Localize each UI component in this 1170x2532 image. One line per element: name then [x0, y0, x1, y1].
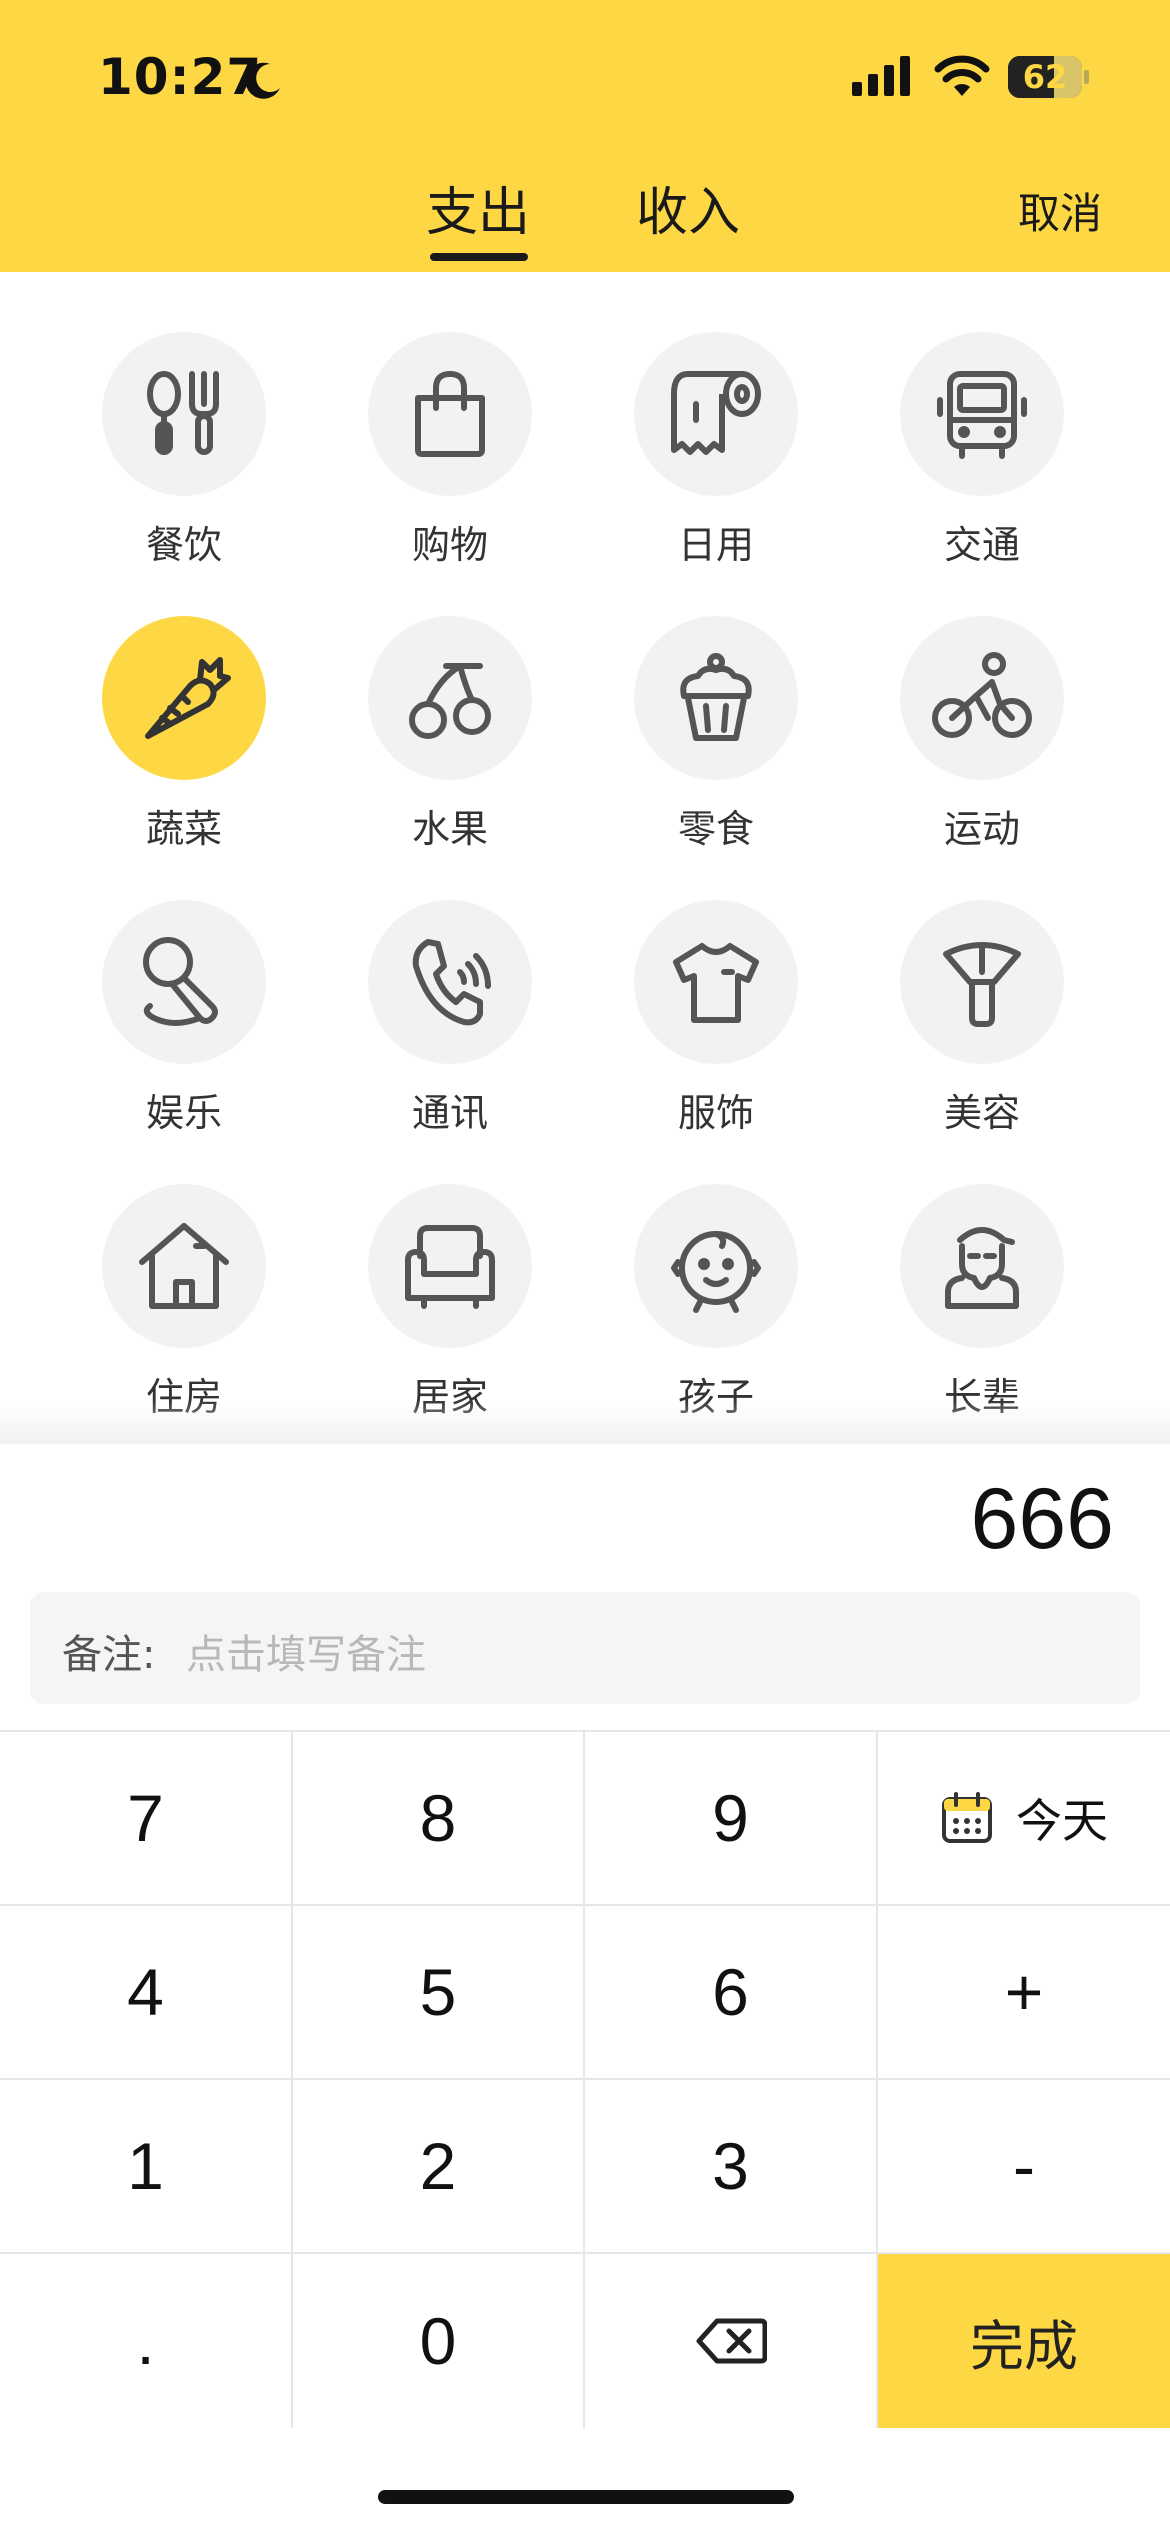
home-indicator	[378, 2490, 794, 2504]
category-label: 蔬菜	[145, 807, 222, 851]
today-button[interactable]: 今天	[878, 1732, 1170, 1906]
done-button[interactable]: 完成	[878, 2254, 1170, 2428]
key-2[interactable]: 2	[293, 2080, 585, 2254]
category-icon-bg	[634, 616, 798, 780]
backspace-icon	[696, 2318, 767, 2364]
category-transport[interactable]: 交通	[882, 332, 1082, 592]
calendar-icon	[942, 1792, 992, 1843]
category-icon-bg	[368, 1184, 532, 1348]
active-tab-indicator	[430, 253, 528, 261]
key-1[interactable]: 1	[0, 2080, 293, 2254]
category-icon-bg	[102, 900, 266, 1064]
shopping-bag-icon	[415, 371, 485, 457]
key-plus[interactable]: +	[878, 1906, 1170, 2080]
category-dining[interactable]: 餐饮	[84, 332, 284, 592]
tab-income[interactable]: 收入	[636, 170, 740, 245]
category-icon-bg	[634, 900, 798, 1064]
cycling-icon	[932, 652, 1032, 738]
category-sports[interactable]: 运动	[882, 616, 1082, 876]
toilet-paper-icon	[671, 371, 761, 455]
key-minus[interactable]: -	[878, 2080, 1170, 2254]
cupcake-icon	[680, 653, 752, 741]
moon-icon	[245, 62, 280, 99]
carrot-icon	[145, 657, 231, 739]
category-icon-bg-selected	[102, 616, 266, 780]
key-6[interactable]: 6	[585, 1906, 878, 2080]
category-icon-bg	[368, 332, 532, 496]
house-icon	[139, 1223, 229, 1309]
baby-icon	[671, 1231, 761, 1313]
status-time: 10:27	[98, 48, 263, 106]
category-icon-bg	[900, 900, 1064, 1064]
category-icon-bg	[634, 332, 798, 496]
category-label: 运动	[943, 807, 1020, 851]
note-input[interactable]: 点击填写备注	[186, 1622, 426, 1680]
utensils-icon	[147, 371, 219, 455]
signal-icon	[852, 56, 910, 96]
category-entertainment[interactable]: 娱乐	[84, 900, 284, 1160]
key-5[interactable]: 5	[293, 1906, 585, 2080]
panel-shadow	[0, 1400, 1170, 1446]
category-label: 水果	[411, 807, 488, 851]
key-0[interactable]: 0	[293, 2254, 585, 2428]
category-label: 日用	[677, 523, 754, 567]
note-field[interactable]: 备注: 点击填写备注	[30, 1592, 1140, 1704]
category-daily[interactable]: 日用	[616, 332, 816, 592]
makeup-brush-icon	[943, 942, 1021, 1027]
key-3[interactable]: 3	[585, 2080, 878, 2254]
category-label: 零食	[677, 807, 754, 851]
category-label: 餐饮	[145, 523, 222, 567]
today-label: 今天	[1016, 1794, 1108, 1848]
microphone-icon	[143, 937, 218, 1026]
backspace-button[interactable]	[585, 2254, 878, 2428]
category-beauty[interactable]: 美容	[882, 900, 1082, 1160]
wifi-icon	[934, 55, 990, 96]
phone-icon	[412, 939, 491, 1026]
tab-expense[interactable]: 支出	[426, 170, 530, 245]
battery-icon: 62	[1008, 56, 1089, 98]
battery-level: 62	[1022, 58, 1068, 96]
category-label: 购物	[411, 523, 488, 567]
category-icon-bg	[634, 1184, 798, 1348]
cancel-button[interactable]: 取消	[1018, 180, 1102, 241]
key-9[interactable]: 9	[585, 1732, 878, 1906]
key-8[interactable]: 8	[293, 1732, 585, 1906]
category-icon-bg	[368, 900, 532, 1064]
category-grid: 餐饮 购物 日用 交通 蔬菜 水果 零食 运动 娱乐 通讯 服饰 美容 住房 居…	[0, 272, 1170, 1442]
category-icon-bg	[368, 616, 532, 780]
elder-icon	[945, 1227, 1019, 1309]
tshirt-icon	[673, 943, 759, 1023]
category-icon-bg	[900, 1184, 1064, 1348]
category-shopping[interactable]: 购物	[350, 332, 550, 592]
category-vegetables[interactable]: 蔬菜	[84, 616, 284, 876]
armchair-icon	[405, 1225, 495, 1309]
key-4[interactable]: 4	[0, 1906, 293, 2080]
key-decimal[interactable]: .	[0, 2254, 293, 2428]
category-icon-bg	[900, 616, 1064, 780]
category-fruit[interactable]: 水果	[350, 616, 550, 876]
category-icon-bg	[102, 332, 266, 496]
category-label: 通讯	[411, 1091, 488, 1135]
note-label: 备注:	[62, 1632, 156, 1678]
category-label: 服饰	[677, 1091, 754, 1135]
header-bar: 10:27 62 支出 收入 取消	[0, 0, 1170, 272]
category-label: 美容	[943, 1091, 1020, 1135]
bus-icon	[937, 371, 1027, 459]
category-communication[interactable]: 通讯	[350, 900, 550, 1160]
cherry-icon	[409, 663, 491, 739]
category-label: 娱乐	[145, 1091, 222, 1135]
amount-display: 666	[970, 1471, 1115, 1567]
keypad: 7 8 9 今天 4 5 6 + 1 2 3 - . 0 完成	[0, 1730, 1170, 2430]
key-7[interactable]: 7	[0, 1732, 293, 1906]
category-label: 交通	[943, 523, 1020, 567]
category-icon-bg	[900, 332, 1064, 496]
category-icon-bg	[102, 1184, 266, 1348]
category-snacks[interactable]: 零食	[616, 616, 816, 876]
category-clothing[interactable]: 服饰	[616, 900, 816, 1160]
